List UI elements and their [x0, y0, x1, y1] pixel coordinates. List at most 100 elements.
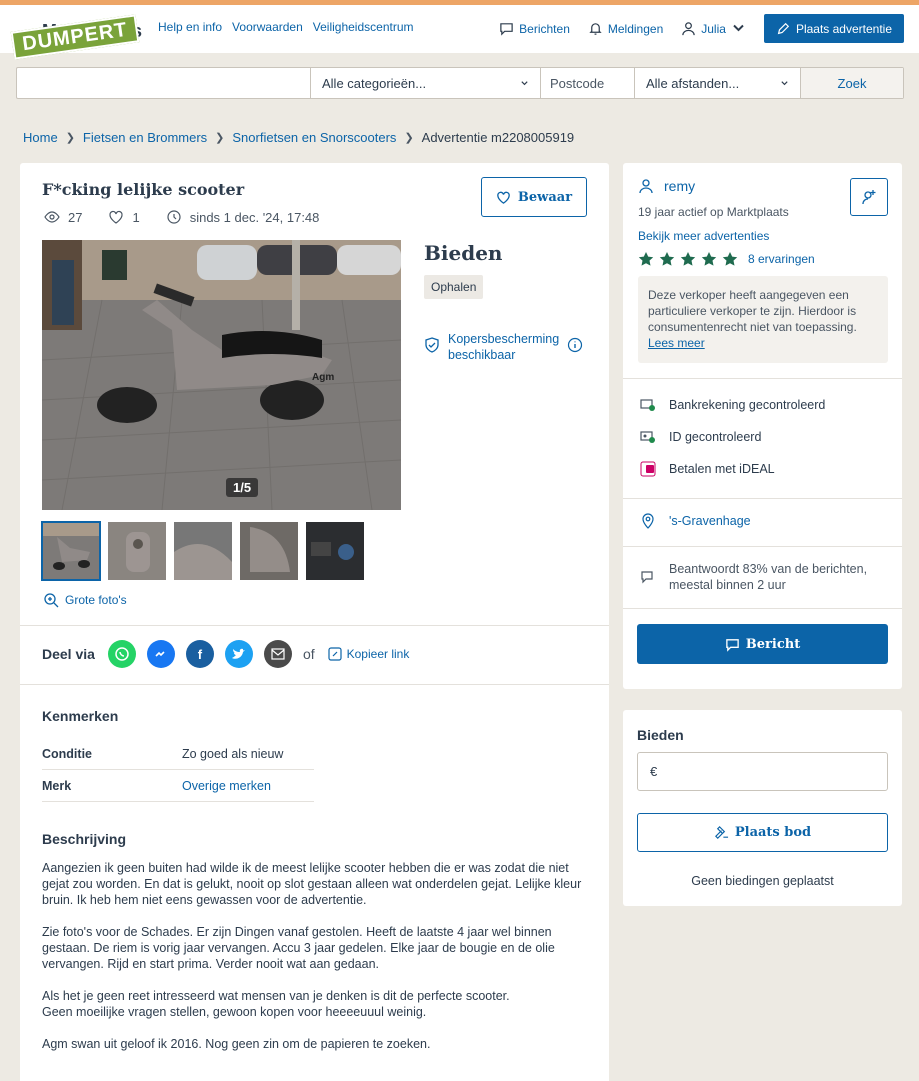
messages-label: Berichten	[519, 21, 570, 36]
link-icon	[328, 647, 342, 661]
shield-icon	[425, 337, 439, 353]
whatsapp-icon[interactable]	[107, 640, 136, 668]
more-ads-link[interactable]: Bekijk meer advertenties	[638, 229, 769, 243]
place-ad-label: Plaats advertentie	[795, 21, 892, 36]
breadcrumb: Home ❯ Fietsen en Brommers ❯ Snorfietsen…	[23, 130, 574, 145]
spec-key: Conditie	[42, 746, 92, 761]
specs-table: Conditie Zo goed als nieuw Merk Overige …	[42, 738, 314, 802]
large-photos-label: Grote foto's	[65, 593, 127, 607]
photo-thumbnails	[41, 521, 364, 581]
notifications-link[interactable]: Meldingen	[588, 21, 663, 36]
location-label: 's-Gravenhage	[669, 514, 751, 528]
category-select[interactable]: Alle categorieën...	[311, 68, 541, 98]
breadcrumb-current: Advertentie m2208005919	[421, 130, 575, 145]
message-label: Bericht	[745, 636, 801, 652]
experiences-link[interactable]: 8 ervaringen	[748, 252, 815, 266]
distance-select[interactable]: Alle afstanden...	[635, 68, 801, 98]
bidding-card: Bieden € Plaats bod Geen biedingen gepla…	[623, 710, 902, 906]
spec-key: Merk	[42, 778, 72, 793]
main-photo[interactable]: Agm 1/5	[42, 240, 401, 510]
search-bar: Alle categorieën... Postcode Alle afstan…	[16, 67, 904, 99]
nav-terms-link[interactable]: Voorwaarden	[232, 20, 303, 34]
divider	[20, 625, 609, 626]
listing-date: sinds 1 dec. '24, 17:48	[189, 209, 320, 225]
notice-text: Deze verkoper heeft aangegeven een parti…	[648, 288, 857, 334]
facebook-icon[interactable]: f	[185, 640, 214, 668]
thumbnail-image	[174, 522, 232, 580]
seller-rating[interactable]: 8 ervaringen	[638, 251, 815, 267]
verification-item: Bankrekening gecontroleerd	[640, 397, 825, 413]
copy-link-button[interactable]: Kopieer link	[328, 647, 410, 661]
share-row: Deel via f of Kopieer link	[42, 640, 409, 668]
chat-icon	[726, 638, 739, 652]
star-icon	[701, 252, 717, 266]
divider	[623, 546, 902, 547]
large-photos-link[interactable]: Grote foto's	[43, 592, 127, 608]
breadcrumb-subcategory[interactable]: Snorfietsen en Snorscooters	[232, 130, 396, 145]
breadcrumb-category[interactable]: Fietsen en Brommers	[83, 130, 207, 145]
search-input[interactable]	[17, 68, 311, 98]
user-menu[interactable]: Julia	[681, 21, 746, 36]
save-button[interactable]: Bewaar	[481, 177, 587, 217]
brand-link[interactable]: Overige merken	[182, 779, 271, 793]
place-bid-button[interactable]: Plaats bod	[637, 813, 888, 852]
breadcrumb-home[interactable]: Home	[23, 130, 58, 145]
star-icon	[722, 252, 738, 266]
eye-icon	[44, 211, 60, 223]
thumbnail-1[interactable]	[41, 521, 101, 581]
seller-card: remy 19 jaar actief op Marktplaats Bekij…	[623, 163, 902, 689]
gavel-icon	[714, 826, 728, 839]
chevron-down-icon	[781, 80, 788, 85]
nav-help-link[interactable]: Help en info	[158, 20, 222, 34]
read-more-link[interactable]: Lees meer	[648, 336, 705, 350]
postcode-input[interactable]: Postcode	[541, 68, 635, 98]
user-icon	[639, 179, 653, 194]
place-ad-button[interactable]: Plaats advertentie	[763, 14, 904, 43]
messages-link[interactable]: Berichten	[499, 21, 570, 36]
bidding-heading: Bieden	[637, 727, 684, 743]
verification-label: ID gecontroleerd	[669, 430, 762, 444]
chat-icon	[500, 23, 513, 36]
seller-name-link[interactable]: remy	[638, 178, 695, 194]
message-button[interactable]: Bericht	[637, 624, 888, 664]
header-nav: Help en info Voorwaarden Veiligheidscent…	[158, 20, 414, 34]
divider	[20, 684, 609, 685]
seller-location[interactable]: 's-Gravenhage	[640, 513, 751, 529]
search-button[interactable]: Zoek	[801, 68, 903, 98]
copy-link-label: Kopieer link	[346, 647, 410, 661]
seller-active-years: 19 jaar actief op Marktplaats	[638, 205, 789, 219]
add-user-icon	[862, 190, 876, 205]
logo[interactable]: Marktplaats DUMPERT	[10, 13, 147, 60]
zoom-icon	[44, 593, 59, 608]
thumbnail-2[interactable]	[108, 522, 166, 580]
email-icon[interactable]	[263, 640, 292, 668]
spec-row: Merk Overige merken	[42, 770, 314, 802]
follow-seller-button[interactable]	[850, 178, 888, 216]
description-paragraph: Aangezien ik geen buiten had wilde ik de…	[42, 861, 582, 907]
response-rate: Beantwoordt 83% van de berichten, meesta…	[640, 561, 880, 593]
thumbnail-4[interactable]	[240, 522, 298, 580]
listing-stats: 27 1 sinds 1 dec. '24, 17:48	[44, 209, 337, 225]
user-name: Julia	[701, 21, 726, 36]
messenger-icon[interactable]	[146, 640, 175, 668]
favorite-count: 1	[132, 209, 140, 225]
description-paragraph: Agm swan uit geloof ik 2016. Nog geen zi…	[42, 1037, 431, 1051]
private-seller-notice: Deze verkoper heeft aangegeven een parti…	[638, 276, 888, 363]
spec-value: Zo goed als nieuw	[182, 746, 284, 761]
bid-amount-input[interactable]: €	[637, 752, 888, 791]
response-label: Beantwoordt 83% van de berichten, meesta…	[669, 562, 868, 592]
thumbnail-5[interactable]	[306, 522, 364, 580]
twitter-icon[interactable]	[224, 640, 253, 668]
price: Bieden	[424, 241, 503, 265]
description-paragraph: Zie foto's voor de Schades. Er zijn Ding…	[42, 925, 555, 971]
notifications-label: Meldingen	[607, 21, 664, 36]
thumbnail-image	[42, 522, 100, 580]
nav-safety-link[interactable]: Veiligheidscentrum	[313, 20, 414, 34]
thumbnail-3[interactable]	[174, 522, 232, 580]
header-actions: Berichten Meldingen Julia Plaats adverte…	[499, 14, 904, 43]
chat-bubbles-icon	[641, 571, 653, 584]
bell-icon	[589, 23, 602, 35]
listing-title: F*cking lelijke scooter	[42, 180, 245, 199]
bank-check-icon	[640, 399, 655, 411]
info-icon[interactable]	[567, 337, 583, 353]
